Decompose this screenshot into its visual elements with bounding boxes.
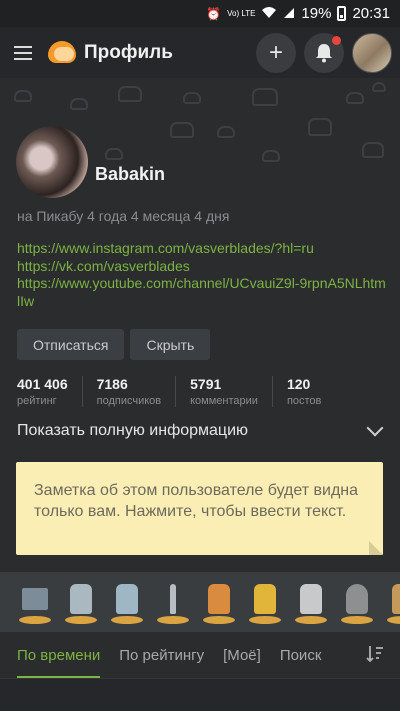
stat-posts[interactable]: 120 постов bbox=[287, 376, 321, 407]
youtube-link[interactable]: https://www.youtube.com/channel/UCvauiZ9… bbox=[17, 275, 387, 310]
stat-label: постов bbox=[286, 395, 322, 407]
feed-content-start bbox=[0, 678, 400, 711]
user-avatar[interactable] bbox=[352, 33, 392, 73]
note-fold-corner bbox=[369, 541, 383, 555]
award-2020-hands-icon[interactable] bbox=[63, 580, 99, 624]
stat-value: 5791 bbox=[190, 376, 222, 392]
stat-comments[interactable]: 5791 комментарии bbox=[190, 376, 273, 407]
member-since: на Пикабу 4 года 4 месяца 4 дня bbox=[17, 208, 230, 224]
status-bar: ⏰ Vo) LTE 19% 20:31 bbox=[0, 0, 400, 27]
wifi-icon bbox=[261, 6, 277, 21]
bell-icon bbox=[316, 44, 332, 63]
username: Babakin bbox=[95, 164, 166, 184]
stat-value: 120 bbox=[286, 376, 311, 392]
award-hands-orange-icon[interactable] bbox=[201, 580, 237, 624]
battery-icon bbox=[337, 6, 347, 21]
volte-icon: Vo) LTE bbox=[227, 8, 256, 18]
award-thumbs-up-icon[interactable] bbox=[293, 580, 329, 624]
signal-icon bbox=[283, 7, 295, 21]
vk-link[interactable]: https://vk.com/vasverblades bbox=[17, 258, 387, 276]
award-hands-blue-icon[interactable] bbox=[109, 580, 145, 624]
unsubscribe-button[interactable]: Отписаться bbox=[17, 329, 125, 360]
hide-button[interactable]: Скрыть bbox=[130, 329, 211, 360]
plus-icon: + bbox=[268, 39, 283, 66]
pikabu-logo[interactable] bbox=[46, 37, 78, 69]
award-bust-icon[interactable] bbox=[339, 580, 375, 624]
tab-by-time[interactable]: По времени bbox=[17, 632, 101, 678]
tab-mine[interactable]: [Моё] bbox=[223, 632, 261, 678]
award-broom-icon[interactable] bbox=[155, 580, 191, 624]
notification-dot bbox=[332, 36, 341, 45]
menu-icon[interactable] bbox=[0, 27, 46, 78]
instagram-link[interactable]: https://www.instagram.com/vasverblades/?… bbox=[17, 240, 387, 258]
user-note[interactable]: Заметка об этом пользователе будет видна… bbox=[16, 462, 383, 555]
chevron-down-icon bbox=[366, 419, 384, 437]
user-note-text: Заметка об этом пользователе будет видна… bbox=[34, 482, 359, 520]
app-header: Профиль + bbox=[0, 27, 400, 78]
clock: 20:31 bbox=[352, 5, 390, 22]
show-full-info-label: Показать полную информацию bbox=[17, 422, 249, 439]
stat-value: 7186 bbox=[96, 376, 128, 392]
notifications-button[interactable] bbox=[304, 33, 344, 73]
battery-percent: 19% bbox=[301, 5, 332, 22]
tab-search[interactable]: Поиск bbox=[280, 632, 322, 678]
awards-row bbox=[0, 572, 400, 632]
feed-tabs: По времени По рейтингу [Моё] Поиск bbox=[0, 632, 400, 678]
stat-label: подписчиков bbox=[96, 395, 162, 407]
profile-links: https://www.instagram.com/vasverblades/?… bbox=[17, 240, 387, 310]
page-title: Профиль bbox=[84, 41, 173, 63]
stat-value: 401 406 bbox=[17, 376, 68, 392]
show-full-info-toggle[interactable]: Показать полную информацию bbox=[17, 419, 387, 440]
stat-subscribers[interactable]: 7186 подписчиков bbox=[97, 376, 177, 407]
profile-avatar[interactable] bbox=[16, 126, 88, 198]
stat-label: рейтинг bbox=[17, 395, 57, 407]
award-hands-gold-icon[interactable] bbox=[247, 580, 283, 624]
add-post-button[interactable]: + bbox=[256, 33, 296, 73]
tab-by-rating[interactable]: По рейтингу bbox=[119, 632, 204, 678]
alarm-icon: ⏰ bbox=[206, 6, 222, 21]
sort-icon[interactable] bbox=[366, 644, 384, 664]
award-partial-icon[interactable] bbox=[385, 580, 400, 624]
stat-label: комментарии bbox=[190, 395, 258, 407]
award-envelopes-icon[interactable] bbox=[17, 580, 53, 624]
stat-rating: 401 406 рейтинг bbox=[17, 376, 83, 407]
profile-stats: 401 406 рейтинг 7186 подписчиков 5791 ко… bbox=[17, 376, 387, 407]
